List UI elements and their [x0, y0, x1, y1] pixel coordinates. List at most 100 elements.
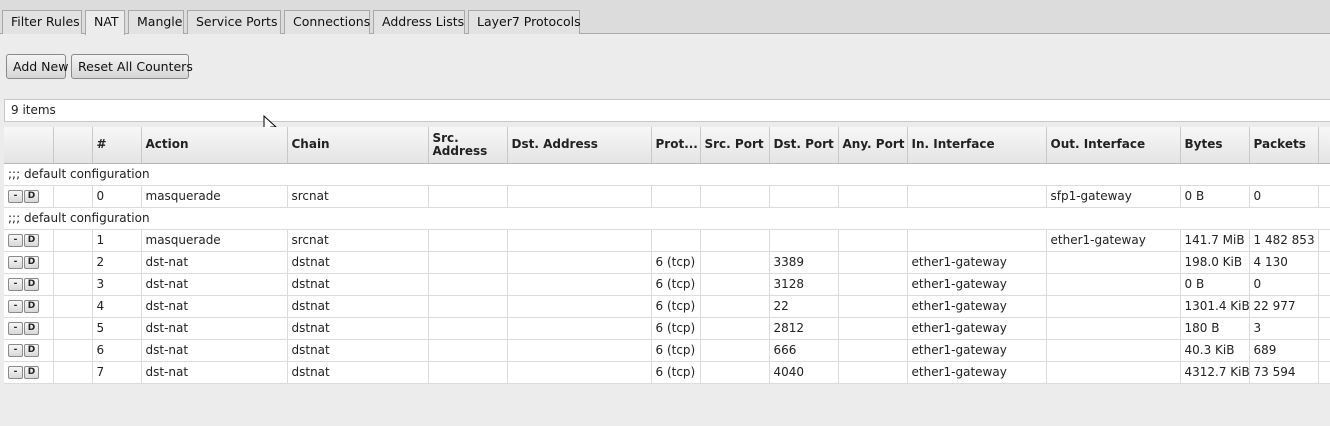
table-row[interactable]: -D 4 dst-nat dstnat 6 (tcp) 22 ether1-ga… — [4, 295, 1330, 318]
tab-bar: Filter Rules NAT Mangle Service Ports Co… — [0, 0, 1330, 35]
remove-button[interactable]: - — [8, 234, 23, 247]
header-chain[interactable]: Chain — [287, 127, 429, 164]
row-buttons: -D — [4, 229, 54, 252]
cell-blank — [53, 229, 93, 252]
table-row[interactable]: -D 0 masquerade srcnat sfp1-gateway 0 B … — [4, 185, 1330, 208]
table-row[interactable]: -D 1 masquerade srcnat ether1-gateway 14… — [4, 229, 1330, 252]
row-buttons: -D — [4, 295, 54, 318]
cell-filler — [1318, 361, 1330, 384]
tab-service-ports[interactable]: Service Ports — [187, 10, 281, 34]
cell-protocol — [651, 185, 701, 208]
tab-layer7-protocols[interactable]: Layer7 Protocols — [468, 10, 581, 34]
header-bytes[interactable]: Bytes — [1180, 127, 1250, 164]
cell-num: 7 — [92, 361, 142, 384]
cell-filler — [1318, 273, 1330, 296]
header-src-port[interactable]: Src. Port — [700, 127, 770, 164]
tab-mangle[interactable]: Mangle — [128, 10, 184, 34]
cell-any-port — [838, 251, 908, 274]
cell-blank — [53, 361, 93, 384]
cell-dst-address — [507, 295, 652, 318]
header-src-address[interactable]: Src. Address — [428, 127, 508, 164]
cell-src-port — [700, 273, 770, 296]
cell-action: dst-nat — [141, 273, 288, 296]
remove-button[interactable]: - — [8, 322, 23, 335]
cell-packets: 689 — [1249, 339, 1319, 362]
cell-src-port — [700, 229, 770, 252]
disable-button[interactable]: D — [24, 256, 39, 269]
header-dst-port[interactable]: Dst. Port — [769, 127, 839, 164]
tab-address-lists[interactable]: Address Lists — [373, 10, 465, 34]
disable-button[interactable]: D — [24, 278, 39, 291]
cell-in-interface: ether1-gateway — [907, 295, 1047, 318]
header-filler — [1318, 127, 1330, 164]
reset-all-counters-button[interactable]: Reset All Counters — [71, 54, 193, 79]
add-new-button[interactable]: Add New — [6, 54, 68, 79]
cell-filler — [1318, 295, 1330, 318]
cell-num: 1 — [92, 229, 142, 252]
cell-in-interface — [907, 185, 1047, 208]
disable-button[interactable]: D — [24, 366, 39, 379]
table-row[interactable]: -D 7 dst-nat dstnat 6 (tcp) 4040 ether1-… — [4, 361, 1330, 384]
cell-blank — [53, 185, 93, 208]
cell-num: 4 — [92, 295, 142, 318]
cell-src-port — [700, 361, 770, 384]
remove-button[interactable]: - — [8, 190, 23, 203]
row-buttons: -D — [4, 361, 54, 384]
header-packets[interactable]: Packets — [1249, 127, 1319, 164]
tab-connections[interactable]: Connections — [284, 10, 370, 34]
cell-action: masquerade — [141, 229, 288, 252]
cell-out-interface — [1046, 317, 1181, 340]
cell-out-interface — [1046, 361, 1181, 384]
cell-src-address — [428, 339, 508, 362]
cell-out-interface: ether1-gateway — [1046, 229, 1181, 252]
cell-bytes: 180 B — [1180, 317, 1250, 340]
header-dst-address[interactable]: Dst. Address — [507, 127, 652, 164]
cell-blank — [53, 317, 93, 340]
cell-packets: 73 594 — [1249, 361, 1319, 384]
remove-button[interactable]: - — [8, 300, 23, 313]
tab-filter-rules[interactable]: Filter Rules — [2, 10, 82, 34]
cell-src-address — [428, 361, 508, 384]
disable-button[interactable]: D — [24, 322, 39, 335]
cell-dst-port: 2812 — [769, 317, 839, 340]
cell-protocol: 6 (tcp) — [651, 339, 701, 362]
cell-bytes: 141.7 MiB — [1180, 229, 1250, 252]
header-num[interactable]: # — [92, 127, 142, 164]
cell-src-port — [700, 295, 770, 318]
comment-row: ;;; default configuration — [4, 207, 1330, 230]
cell-any-port — [838, 185, 908, 208]
cell-protocol: 6 (tcp) — [651, 317, 701, 340]
header-protocol[interactable]: Prot... — [651, 127, 701, 164]
header-any-port[interactable]: Any. Port — [838, 127, 908, 164]
cell-filler — [1318, 229, 1330, 252]
tab-nat[interactable]: NAT — [85, 10, 125, 35]
cell-any-port — [838, 317, 908, 340]
rule-comment: ;;; default configuration — [4, 163, 1330, 186]
table-row[interactable]: -D 6 dst-nat dstnat 6 (tcp) 666 ether1-g… — [4, 339, 1330, 362]
disable-button[interactable]: D — [24, 190, 39, 203]
remove-button[interactable]: - — [8, 278, 23, 291]
remove-button[interactable]: - — [8, 256, 23, 269]
header-out-interface[interactable]: Out. Interface — [1046, 127, 1181, 164]
remove-button[interactable]: - — [8, 344, 23, 357]
header-in-interface[interactable]: In. Interface — [907, 127, 1047, 164]
table-row[interactable]: -D 2 dst-nat dstnat 6 (tcp) 3389 ether1-… — [4, 251, 1330, 274]
cell-in-interface — [907, 229, 1047, 252]
disable-button[interactable]: D — [24, 300, 39, 313]
cell-in-interface: ether1-gateway — [907, 361, 1047, 384]
cell-chain: srcnat — [287, 229, 429, 252]
header-action[interactable]: Action — [141, 127, 288, 164]
cell-action: dst-nat — [141, 317, 288, 340]
disable-button[interactable]: D — [24, 344, 39, 357]
cell-src-port — [700, 185, 770, 208]
cell-packets: 1 482 853 — [1249, 229, 1319, 252]
disable-button[interactable]: D — [24, 234, 39, 247]
cell-chain: dstnat — [287, 361, 429, 384]
remove-button[interactable]: - — [8, 366, 23, 379]
table-row[interactable]: -D 5 dst-nat dstnat 6 (tcp) 2812 ether1-… — [4, 317, 1330, 340]
cell-num: 6 — [92, 339, 142, 362]
table-row[interactable]: -D 3 dst-nat dstnat 6 (tcp) 3128 ether1-… — [4, 273, 1330, 296]
cell-dst-port: 3389 — [769, 251, 839, 274]
cell-in-interface: ether1-gateway — [907, 339, 1047, 362]
table-header-row: # Action Chain Src. Address Dst. Address… — [4, 127, 1330, 164]
